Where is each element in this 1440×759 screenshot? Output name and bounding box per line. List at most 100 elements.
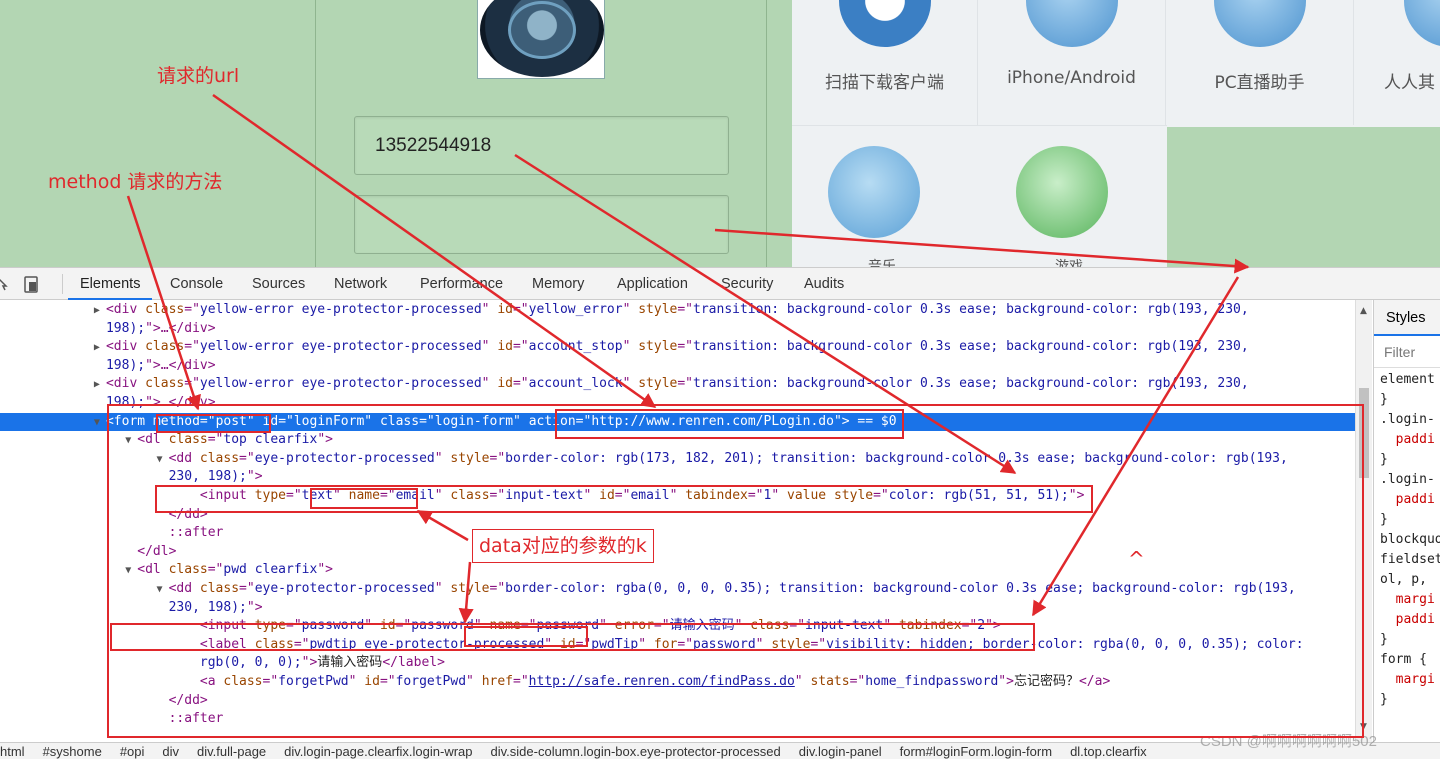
annotation-method: method 请求的方法 [48,171,223,193]
code-token: " [481,339,498,355]
collapse-triangle-icon[interactable]: ▶ [94,305,106,316]
divider [766,0,767,267]
breadcrumb-item[interactable]: html [0,744,25,759]
dom-node-line[interactable]: ▶ <div class="yellow-error eye-protector… [0,375,1355,393]
style-rule-line: element [1380,372,1435,387]
email-field[interactable]: 13522544918 [354,116,729,175]
style-rule-line: .login- [1380,412,1435,427]
scroll-up-icon[interactable]: ▲ [1360,306,1367,316]
style-rule-line: margi [1380,592,1435,607]
code-token: " [481,376,498,392]
code-token: yellow-error eye-protector-processed [199,376,482,392]
tab-performance[interactable]: Performance [420,268,503,300]
collapse-triangle-icon [94,398,106,409]
code-token: account_lock [528,376,623,392]
dom-node-line[interactable]: 198);">…</div> [0,357,1355,375]
style-rule-line: blockquo [1380,532,1440,547]
style-rule-line: } [1380,512,1388,527]
code-token: 198); [105,320,146,336]
apps-row-2: 音乐 游戏 [792,125,1167,267]
style-rule-line: paddi [1380,432,1435,447]
music-icon[interactable] [828,146,920,238]
app-cell-scan[interactable]: 扫描下载客户端 [792,0,978,125]
app-cell-mobile[interactable]: iPhone/Android [978,0,1166,125]
style-rule-line: paddi [1380,612,1435,627]
dom-node-line[interactable]: ▶ <div class="yellow-error eye-protector… [0,301,1355,319]
code-token: style [638,302,678,317]
code-token: ">…</div> [145,357,216,373]
code-token: style [638,339,678,355]
tab-memory[interactable]: Memory [532,268,584,300]
code-token: id [497,302,513,317]
tab-security[interactable]: Security [721,268,773,300]
app-cell-more[interactable]: 人人其 [1354,0,1440,125]
app-label: 人人其 [1384,73,1435,93]
code-token: =" [184,302,200,317]
code-token: class [145,302,185,317]
breadcrumb-item[interactable]: dl.top.clearfix [1070,744,1147,759]
annotation-url: 请求的url [157,65,240,87]
styles-filter-input[interactable]: Filter [1374,336,1440,368]
toolbar-divider [62,274,63,294]
code-token: transition: background-color 0.3s ease; … [693,376,1249,392]
game-icon[interactable] [1016,146,1108,238]
watch-ad-image[interactable] [477,0,605,79]
inspect-icon[interactable] [0,278,8,291]
style-rule-line: fieldset [1380,552,1440,567]
watch-ring [508,1,576,59]
code-token: <div [105,376,146,392]
breadcrumb-item[interactable]: div.full-page [197,744,266,759]
tab-console[interactable]: Console [170,268,223,300]
password-field[interactable] [354,195,729,254]
code-token: =" [512,302,529,317]
breadcrumb-item[interactable]: div.login-panel [799,744,882,759]
dom-node-line[interactable]: ▶ <div class =" yellow-error eye-protector… [0,338,1355,356]
app-icon [1403,0,1440,47]
code-token: " [481,302,498,317]
styles-tab[interactable]: Styles [1374,300,1440,336]
code-token: id [497,376,513,392]
devtools-tabbar: Elements Console Sources Network Perform… [0,267,1440,300]
style-rule-line: } [1380,692,1388,707]
breadcrumb-item[interactable]: #opi [120,744,145,759]
code-token: " [622,302,639,317]
collapse-triangle-icon [94,361,106,372]
code-token: yellow-error eye-protector-processed [199,302,482,317]
breadcrumb-item[interactable]: div [162,744,179,759]
code-token: account_stop [528,339,623,355]
dom-node-line[interactable]: 198);">…</div> [0,320,1355,338]
code-token: =" [677,376,694,392]
tab-network[interactable]: Network [334,268,387,300]
app-cell-pc[interactable]: PC直播助手 [1166,0,1354,125]
code-token: <div [105,339,146,355]
tab-elements[interactable]: Elements [68,268,153,300]
code-token: class [145,339,185,355]
app-label: 扫描下载客户端 [825,73,944,93]
app-label: PC直播助手 [1214,73,1305,93]
green-overlay [1167,127,1440,267]
tab-sources[interactable]: Sources [252,268,305,300]
code-token: =" [512,376,529,392]
breadcrumb-item[interactable]: div.side-column.login-box.eye-protector-… [491,744,781,759]
breadcrumb-item[interactable]: div.login-page.clearfix.login-wrap [284,744,472,759]
breadcrumb-item[interactable]: #syshome [43,744,102,759]
code-token: =" [677,339,694,355]
webpage-viewport: 13522544918 扫描下载客户端 iPhone/Android PC直播助… [0,0,1440,267]
code-token: transition: background-color 0.3s ease; … [693,302,1249,317]
code-token: id [497,339,513,355]
collapse-triangle-icon[interactable]: ▶ [94,342,106,353]
code-token: yellow_error [528,302,623,317]
collapse-triangle-icon[interactable]: ▶ [94,379,106,390]
device-toggle-icon[interactable] [24,276,38,293]
code-token: =" [677,302,694,317]
phone-icon [1025,0,1118,47]
code-token: yellow-error eye-protector-processed [199,339,482,355]
app-label-music: 音乐 [868,259,896,267]
code-token: ">…</div> [145,320,216,336]
breadcrumb-item[interactable]: form#loginForm.login-form [900,744,1052,759]
code-token: =" [512,339,529,355]
tab-application[interactable]: Application [617,268,688,300]
tab-audits[interactable]: Audits [804,268,844,300]
qr-code-icon [838,0,931,47]
expand-triangle-icon[interactable]: ▼ [94,417,106,428]
